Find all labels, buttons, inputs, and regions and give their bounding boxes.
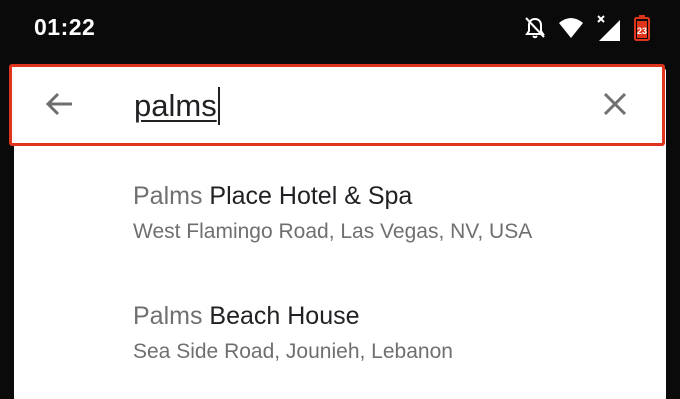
clear-button[interactable] xyxy=(598,89,632,123)
list-item[interactable]: Palms Place Hotel & Spa West Flamingo Ro… xyxy=(14,158,666,278)
result-title-match: Palms xyxy=(133,302,203,330)
status-time: 01:22 xyxy=(34,14,96,40)
results-list: Palms Place Hotel & Spa West Flamingo Ro… xyxy=(14,158,666,398)
arrow-back-icon xyxy=(44,91,74,122)
screen: 01:22 23 palms Palms Place Hotel & Spa W… xyxy=(0,0,680,399)
search-bar: palms xyxy=(9,64,665,146)
result-title: Palms Place Hotel & Spa xyxy=(133,182,412,211)
status-icons: 23 xyxy=(524,13,650,43)
text-caret xyxy=(217,86,220,125)
status-bar: 01:22 23 xyxy=(0,0,680,58)
cellular-no-data-icon xyxy=(596,14,622,42)
result-title: Palms Beach House xyxy=(133,302,360,331)
back-button[interactable] xyxy=(42,89,76,123)
search-panel: palms Palms Place Hotel & Spa West Flami… xyxy=(9,64,666,399)
battery-low-icon: 23 xyxy=(634,15,650,41)
svg-text:23: 23 xyxy=(637,26,647,36)
result-title-rest: Place Hotel & Spa xyxy=(209,182,413,210)
list-item[interactable]: Palms Beach House Sea Side Road, Jounieh… xyxy=(14,278,666,398)
close-icon xyxy=(603,92,627,121)
result-address: Sea Side Road, Jounieh, Lebanon xyxy=(133,340,453,363)
search-input[interactable]: palms xyxy=(134,85,220,127)
result-title-rest: Beach House xyxy=(209,302,360,330)
result-title-match: Palms xyxy=(133,182,203,210)
result-address: West Flamingo Road, Las Vegas, NV, USA xyxy=(133,220,533,243)
wifi-icon xyxy=(558,17,584,39)
search-query-text: palms xyxy=(134,88,217,123)
notifications-off-icon xyxy=(524,16,546,40)
